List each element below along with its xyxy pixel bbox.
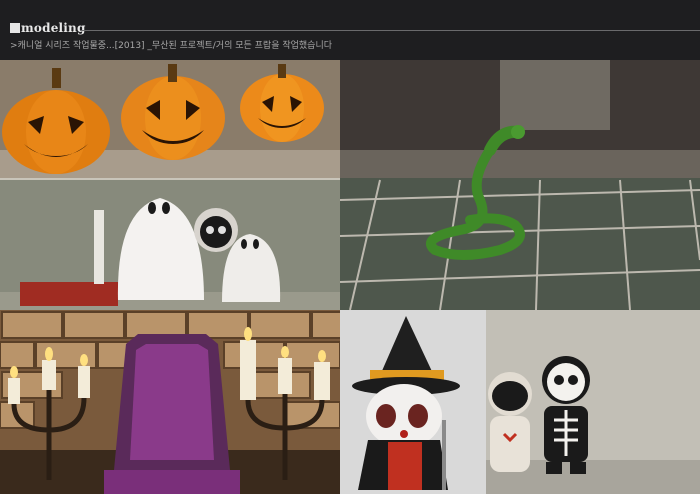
- gallery-image-witch-skeleton[interactable]: [340, 310, 700, 494]
- doll-figure: [488, 372, 532, 472]
- gallery-image-snake[interactable]: [340, 60, 700, 310]
- gallery-image-candles-throne[interactable]: [0, 310, 340, 494]
- square-bullet-icon: [10, 23, 20, 33]
- skull-bust: [194, 208, 238, 252]
- gallery-image-pumpkins-ghosts[interactable]: [0, 60, 340, 310]
- title-divider: [80, 30, 700, 31]
- title-row: modeling: [10, 20, 86, 36]
- page-subtitle: >캐니얼 시리즈 작업물중...[2013] _무산된 프로젝트/거의 모든 프…: [10, 41, 333, 51]
- skeleton-toy: [542, 356, 590, 474]
- page-header: modeling >캐니얼 시리즈 작업물중...[2013] _무산된 프로젝…: [0, 0, 700, 60]
- image-gallery: [0, 60, 700, 494]
- page-title: modeling: [21, 21, 86, 35]
